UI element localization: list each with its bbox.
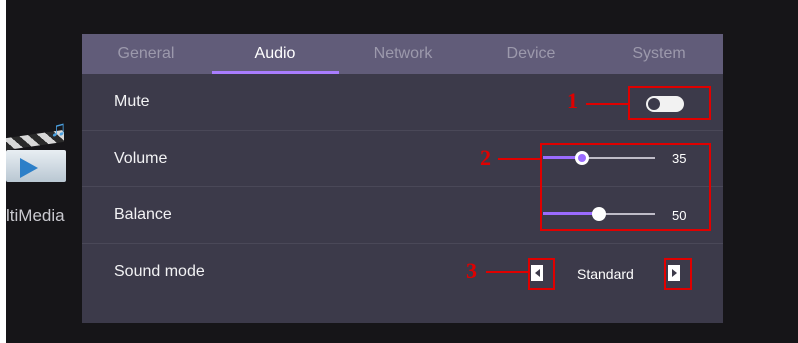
annotation-box-3a bbox=[528, 258, 555, 290]
annotation-line-3 bbox=[486, 271, 528, 273]
annotation-box-2 bbox=[540, 143, 711, 231]
sound-mode-value: Standard bbox=[577, 266, 634, 282]
multimedia-clapperboard-icon[interactable]: ♫ bbox=[6, 112, 76, 202]
annotation-box-3b bbox=[664, 258, 692, 290]
tab-audio[interactable]: Audio bbox=[211, 34, 339, 74]
balance-label: Balance bbox=[114, 206, 172, 223]
annotation-number-1: 1 bbox=[567, 88, 578, 113]
volume-label: Volume bbox=[114, 150, 168, 167]
annotation-number-3: 3 bbox=[466, 258, 477, 283]
sound-mode-label: Sound mode bbox=[114, 263, 205, 280]
tab-system[interactable]: System bbox=[595, 34, 723, 74]
tab-device[interactable]: Device bbox=[467, 34, 595, 74]
music-note-icon: ♫ bbox=[50, 116, 67, 141]
tab-network[interactable]: Network bbox=[339, 34, 467, 74]
tab-bar: General Audio Network Device System bbox=[82, 34, 723, 74]
annotation-line-1 bbox=[586, 103, 628, 105]
app-label[interactable]: ltiMedia bbox=[6, 206, 65, 226]
annotation-line-2 bbox=[498, 158, 540, 160]
annotation-number-2: 2 bbox=[480, 145, 491, 170]
annotation-box-1 bbox=[628, 86, 711, 120]
mute-row: Mute bbox=[82, 74, 723, 130]
play-icon bbox=[20, 158, 38, 178]
mute-label: Mute bbox=[114, 93, 150, 110]
tab-general[interactable]: General bbox=[82, 34, 210, 74]
